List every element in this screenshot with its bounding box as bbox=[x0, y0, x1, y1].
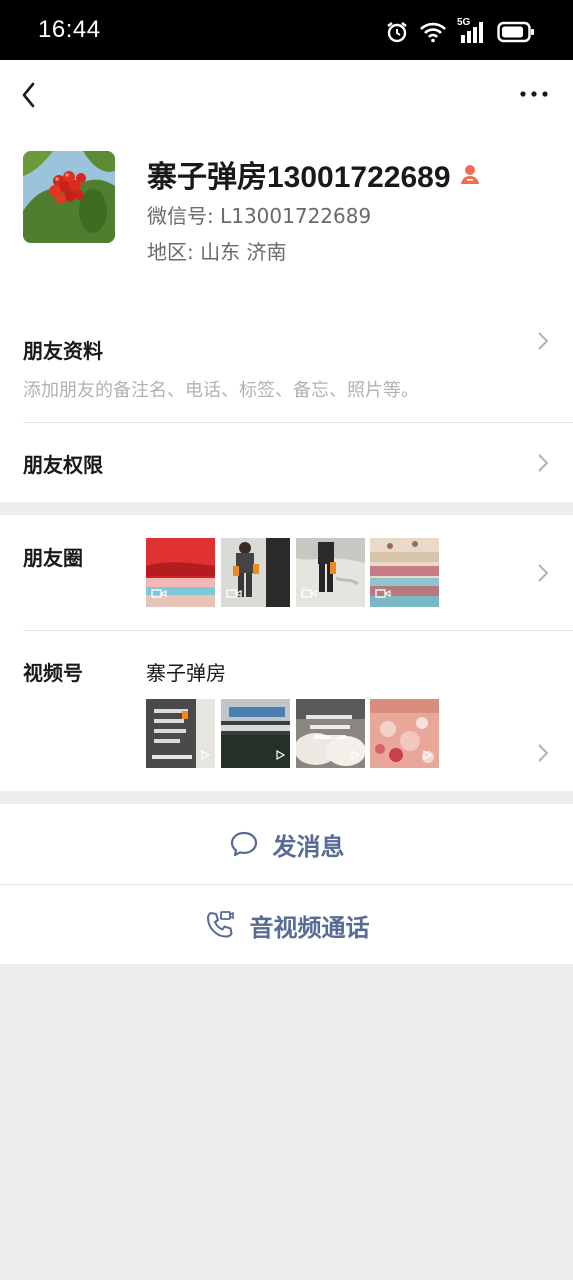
friend-permission-title: 朋友权限 bbox=[23, 453, 103, 477]
friend-info-subtitle: 添加朋友的备注名、电话、标签、备忘、照片等。 bbox=[23, 380, 419, 401]
friend-permission-row[interactable]: 朋友权限 bbox=[0, 423, 573, 502]
person-tag-icon bbox=[460, 165, 479, 184]
profile-name-text: 寨子弹房13001722689 bbox=[147, 161, 451, 194]
video-call-button[interactable]: 音视频通话 bbox=[0, 885, 573, 965]
phone-video-icon bbox=[206, 911, 234, 938]
channels-thumb[interactable] bbox=[296, 699, 365, 768]
back-arrow-icon[interactable] bbox=[16, 78, 42, 112]
chevron-right-icon bbox=[538, 454, 549, 472]
chat-bubble-icon bbox=[230, 831, 257, 857]
chevron-right-icon bbox=[538, 332, 549, 350]
avatar[interactable] bbox=[23, 151, 115, 243]
moments-thumb[interactable] bbox=[221, 538, 290, 607]
send-message-label: 发消息 bbox=[272, 832, 345, 861]
moments-thumb[interactable] bbox=[370, 538, 439, 607]
region: 地区: 山东 济南 bbox=[147, 240, 287, 264]
profile-name: 寨子弹房13001722689 bbox=[147, 152, 481, 196]
channels-title: 视频号 bbox=[23, 661, 83, 685]
more-options-icon[interactable] bbox=[519, 84, 549, 104]
status-time: 16:44 bbox=[38, 16, 101, 43]
alarm-icon bbox=[387, 22, 407, 43]
wechat-id: 微信号: L13001722689 bbox=[147, 204, 372, 228]
video-call-label: 音视频通话 bbox=[249, 913, 370, 942]
moments-row[interactable]: 朋友圈 bbox=[0, 515, 573, 630]
wifi-icon bbox=[420, 22, 446, 43]
channels-thumb[interactable] bbox=[370, 699, 439, 768]
media-section: 朋友圈 视频号 寨子弹房 bbox=[0, 515, 573, 791]
channels-account-name: 寨子弹房 bbox=[146, 661, 226, 685]
friend-info-title: 朋友资料 bbox=[23, 339, 103, 363]
friend-settings-section: 朋友资料 添加朋友的备注名、电话、标签、备忘、照片等。 朋友权限 bbox=[0, 308, 573, 502]
profile-header: 寨子弹房13001722689 微信号: L13001722689 地区: 山东… bbox=[0, 130, 573, 308]
channels-thumb[interactable] bbox=[146, 699, 215, 768]
moments-thumb[interactable] bbox=[146, 538, 215, 607]
friend-info-row[interactable]: 朋友资料 添加朋友的备注名、电话、标签、备忘、照片等。 bbox=[0, 308, 573, 422]
status-icons: 5G bbox=[385, 17, 535, 46]
nav-bar bbox=[0, 60, 573, 130]
signal-icon: 5G bbox=[457, 17, 487, 44]
chevron-right-icon bbox=[538, 564, 549, 582]
send-message-button[interactable]: 发消息 bbox=[0, 804, 573, 884]
moments-thumb[interactable] bbox=[296, 538, 365, 607]
chevron-right-icon bbox=[538, 744, 549, 762]
status-bar: 16:44 5G bbox=[0, 0, 573, 60]
actions-section: 发消息 音视频通话 bbox=[0, 804, 573, 964]
channels-row[interactable]: 视频号 寨子弹房 bbox=[0, 631, 573, 791]
battery-icon bbox=[497, 21, 534, 43]
channels-thumb[interactable] bbox=[221, 699, 290, 768]
moments-title: 朋友圈 bbox=[23, 546, 83, 570]
